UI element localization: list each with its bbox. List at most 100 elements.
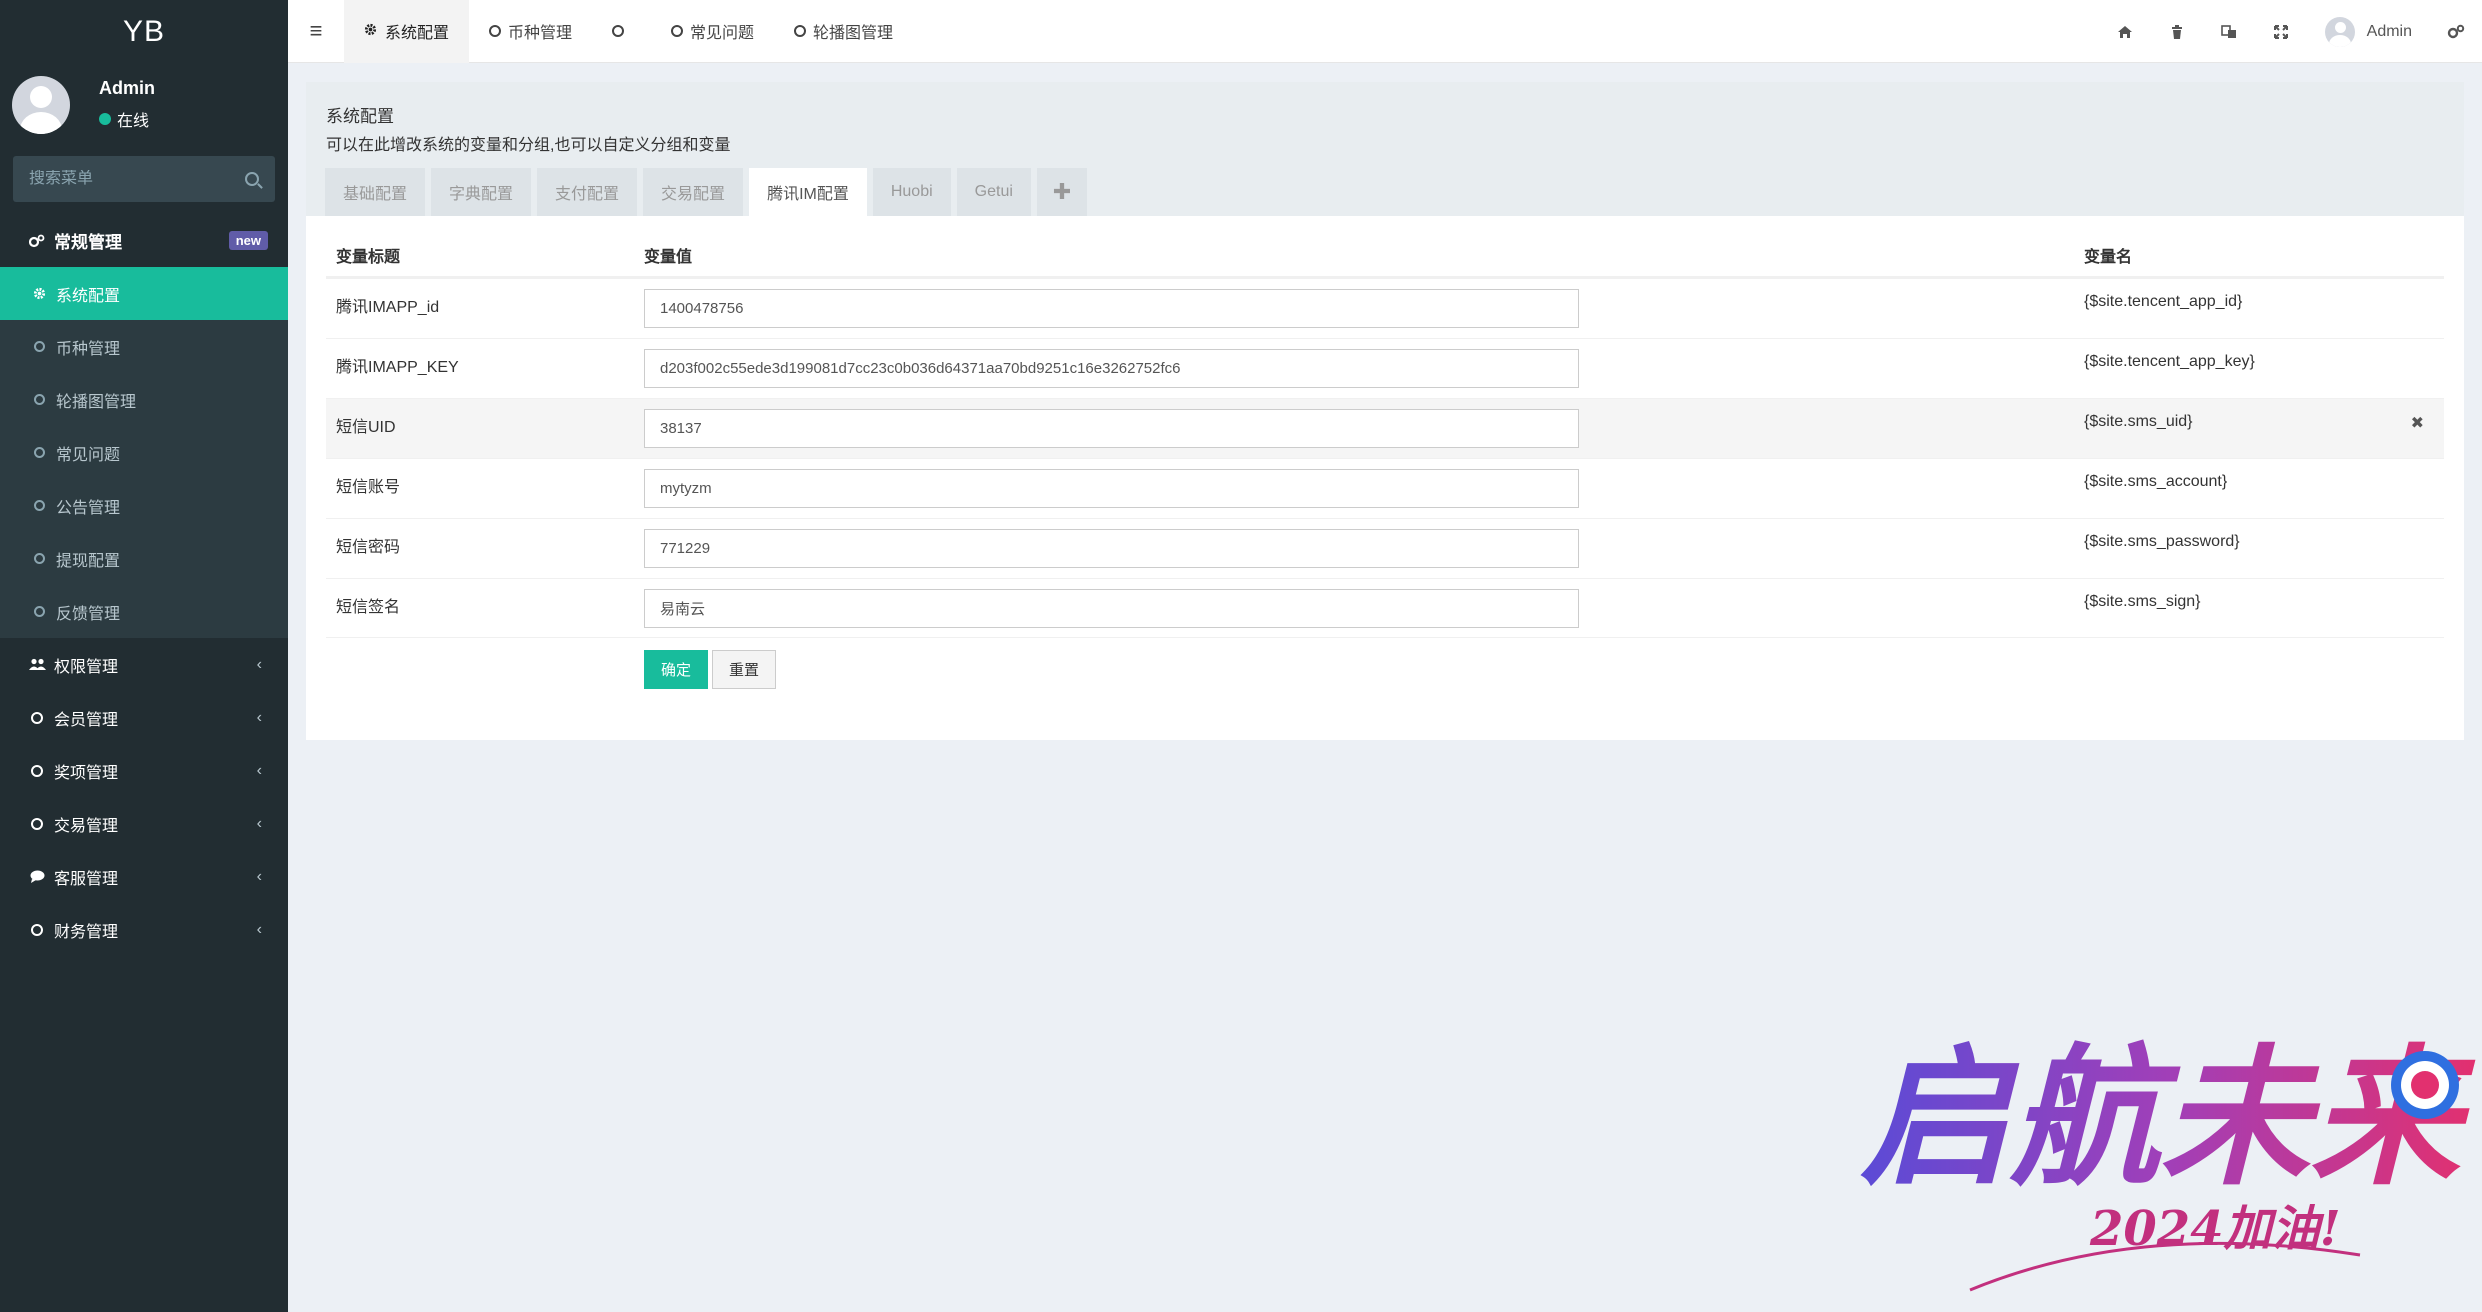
- search-icon[interactable]: [245, 172, 259, 186]
- reset-button[interactable]: 重置: [712, 650, 777, 689]
- sms-account-input[interactable]: [644, 469, 1579, 508]
- circle-icon: [489, 25, 502, 37]
- menu-toggle-icon[interactable]: ≡: [288, 0, 344, 63]
- row-title: 短信签名: [336, 599, 401, 616]
- circle-icon: [794, 25, 807, 37]
- watermark-logo: 启航未来 2024加油!: [1840, 970, 2480, 1310]
- sms-password-input[interactable]: [644, 529, 1579, 568]
- menu-search: [13, 156, 275, 202]
- row-title: 腾讯IMAPP_id: [336, 299, 440, 316]
- sidebar-item-label: 交易管理: [54, 817, 119, 835]
- row-title: 短信密码: [336, 539, 401, 556]
- sidebar-item-system-config[interactable]: 系统配置: [0, 267, 288, 320]
- avatar: [12, 75, 70, 134]
- config-tabs: 基础配置 字典配置 支付配置 交易配置 腾讯IM配置 Huobi Getui ✚: [325, 168, 1093, 216]
- sidebar-item-currency[interactable]: 币种管理: [0, 320, 288, 373]
- tencent-app-key-input[interactable]: [644, 349, 1579, 388]
- tab-trade-config[interactable]: 交易配置: [643, 168, 744, 216]
- circle-icon: [28, 341, 50, 352]
- circle-icon: [28, 394, 50, 405]
- tab-label: 币种管理: [508, 25, 573, 42]
- sidebar-item-label: 常见问题: [56, 446, 121, 464]
- page-title: 系统配置: [326, 107, 394, 126]
- sidebar: YB Admin 在线 常规管理 new 系统配置: [0, 0, 288, 1312]
- confirm-button[interactable]: 确定: [644, 650, 709, 689]
- table-row: 腾讯IMAPP_KEY {$site.tencent_app_key}: [326, 338, 2444, 398]
- sidebar-item-faq[interactable]: 常见问题: [0, 426, 288, 479]
- sidebar-item-withdraw[interactable]: 提现配置: [0, 532, 288, 585]
- sidebar-menu: 常规管理 new 系统配置 币种管理 轮播图管理 常见问题 公告管理 提现配置 …: [0, 214, 288, 956]
- tab-getui[interactable]: Getui: [956, 168, 1031, 216]
- sms-sign-input[interactable]: [644, 589, 1579, 628]
- circle-icon: [28, 500, 50, 511]
- user-name: Admin: [99, 78, 155, 98]
- panel-heading: 系统配置 可以在此增改系统的变量和分组,也可以自定义分组和变量 基础配置 字典配…: [306, 82, 2464, 216]
- chevron-left-icon: ‹: [256, 814, 262, 832]
- table-row: 短信账号 {$site.sms_account}: [326, 458, 2444, 518]
- header-name: 变量名: [2084, 249, 2133, 266]
- sidebar-item-carousel[interactable]: 轮播图管理: [0, 373, 288, 426]
- tab-pay-config[interactable]: 支付配置: [537, 168, 638, 216]
- sidebar-item-trade[interactable]: 交易管理 ‹: [0, 797, 288, 850]
- sidebar-item-label: 财务管理: [54, 923, 119, 941]
- tencent-app-id-input[interactable]: [644, 289, 1579, 328]
- sms-uid-input[interactable]: [644, 409, 1579, 448]
- gear-icon: [28, 287, 50, 300]
- close-icon[interactable]: ✖: [2411, 413, 2424, 433]
- circle-icon: [612, 25, 625, 37]
- menu-search-input[interactable]: [29, 170, 245, 188]
- sidebar-item-feedback[interactable]: 反馈管理: [0, 585, 288, 638]
- table-header: 变量标题 变量值 变量名: [326, 234, 2444, 278]
- topbar-user-menu[interactable]: Admin: [2307, 16, 2430, 47]
- table-row: 短信密码 {$site.sms_password}: [326, 518, 2444, 578]
- table-row: 短信UID {$site.sms_uid} ✖: [326, 398, 2444, 458]
- avatar: [2324, 16, 2355, 47]
- circle-icon: [26, 817, 48, 830]
- tab-tencent-im-config[interactable]: 腾讯IM配置: [749, 168, 867, 216]
- brand-logo[interactable]: YB: [0, 0, 288, 63]
- tab-dict-config[interactable]: 字典配置: [431, 168, 532, 216]
- sidebar-item-finance[interactable]: 财务管理 ‹: [0, 903, 288, 956]
- tab-carousel[interactable]: 轮播图管理: [774, 0, 913, 63]
- sidebar-item-general[interactable]: 常规管理 new: [0, 214, 288, 267]
- users-icon: [26, 658, 48, 671]
- tab-blank[interactable]: [592, 0, 651, 63]
- tab-label: 轮播图管理: [813, 25, 894, 42]
- watermark-main-text: 启航未来: [1860, 1030, 2476, 1206]
- user-status: 在线: [99, 107, 155, 131]
- row-varname: {$site.tencent_app_id}: [2084, 293, 2243, 310]
- new-badge: new: [228, 231, 268, 250]
- config-panel: 系统配置 可以在此增改系统的变量和分组,也可以自定义分组和变量 基础配置 字典配…: [306, 82, 2464, 740]
- language-icon[interactable]: [2203, 0, 2255, 63]
- cogs-icon[interactable]: [2430, 0, 2482, 63]
- circle-icon: [26, 711, 48, 724]
- tab-label: 系统配置: [385, 25, 450, 42]
- comment-icon: [26, 870, 48, 883]
- sidebar-item-label: 会员管理: [54, 711, 119, 729]
- add-tab-icon[interactable]: ✚: [1036, 168, 1088, 216]
- chevron-left-icon: ‹: [256, 708, 262, 726]
- online-dot-icon: [99, 113, 111, 125]
- trash-icon[interactable]: [2151, 0, 2203, 63]
- sidebar-item-member[interactable]: 会员管理 ‹: [0, 691, 288, 744]
- sidebar-item-permission[interactable]: 权限管理 ‹: [0, 638, 288, 691]
- circle-icon: [671, 25, 684, 37]
- sidebar-item-notice[interactable]: 公告管理: [0, 479, 288, 532]
- sidebar-item-award[interactable]: 奖项管理 ‹: [0, 744, 288, 797]
- sidebar-item-service[interactable]: 客服管理 ‹: [0, 850, 288, 903]
- fullscreen-icon[interactable]: [2255, 0, 2307, 63]
- tab-faq[interactable]: 常见问题: [651, 0, 774, 63]
- home-icon[interactable]: [2099, 0, 2151, 63]
- topbar-user-name: Admin: [2366, 22, 2412, 40]
- tab-system-config[interactable]: 系统配置: [344, 0, 470, 63]
- row-title: 短信账号: [336, 479, 401, 496]
- topbar: ≡ 系统配置 币种管理 常见问题 轮播图管理 Admin: [288, 0, 2482, 63]
- topbar-actions: Admin: [2099, 0, 2482, 63]
- row-title: 短信UID: [336, 419, 396, 436]
- row-varname: {$site.sms_sign}: [2084, 593, 2201, 610]
- tab-huobi[interactable]: Huobi: [872, 168, 951, 216]
- tab-basic-config[interactable]: 基础配置: [325, 168, 426, 216]
- row-varname: {$site.sms_uid}: [2084, 413, 2193, 430]
- tab-currency[interactable]: 币种管理: [469, 0, 592, 63]
- cogs-icon: [26, 234, 48, 248]
